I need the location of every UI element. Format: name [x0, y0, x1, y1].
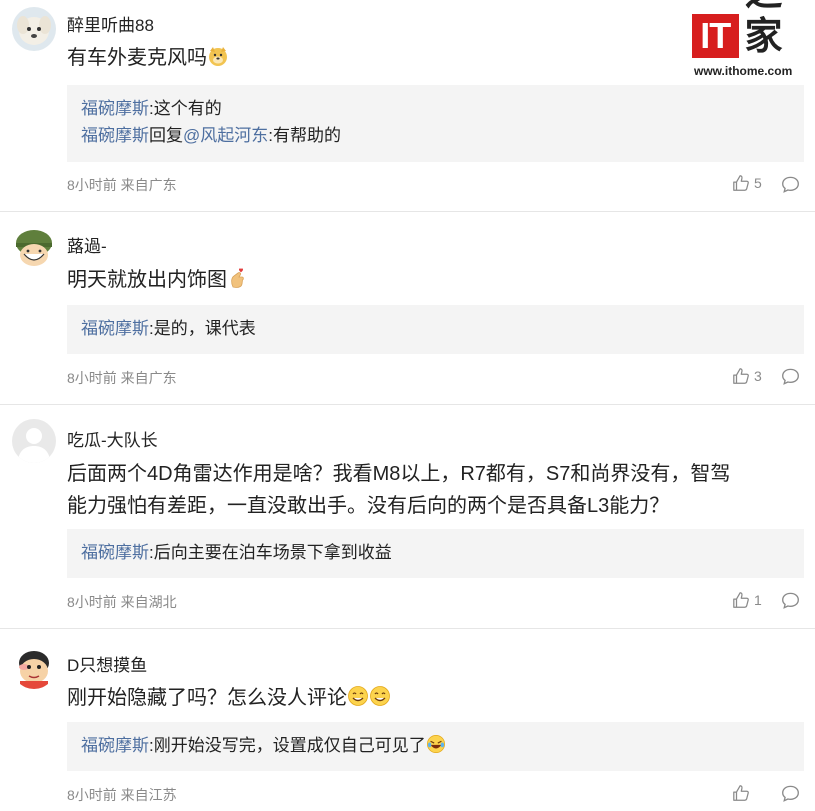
reply-line: 福碗摩斯:后向主要在泊车场景下拿到收益: [81, 539, 790, 566]
comment-text-line: 能力强怕有差距，一直没敢出手。没有后向的两个是否具备L3能力？: [67, 495, 670, 517]
finger-heart-emoji: [231, 268, 244, 288]
reply-box: 福碗摩斯:后向主要在泊车场景下拿到收益: [67, 529, 804, 578]
comment-divider: [0, 404, 815, 405]
comment-page: { "watermark": {"logo_text": "IT之家", "it…: [0, 0, 815, 811]
reply-text: :这个有的: [149, 99, 222, 118]
smile-emoji: [348, 686, 368, 706]
like-count: 3: [754, 368, 762, 384]
comment-divider: [0, 211, 815, 212]
comment-meta: 8小时前 来自湖北: [67, 594, 177, 610]
like-button[interactable]: 5: [732, 174, 762, 192]
smile-emoji: [370, 686, 390, 706]
reply-line: 福碗摩斯:是的，课代表: [81, 315, 790, 342]
username[interactable]: 吃瓜-大队长: [67, 426, 158, 451]
thumbs-up-icon: [733, 175, 749, 191]
reply-box: 福碗摩斯:这个有的 福碗摩斯回复@风起河东:有帮助的: [67, 85, 804, 162]
reply-text: :后向主要在泊车场景下拿到收益: [149, 543, 392, 562]
reply-box: 福碗摩斯:刚开始没写完，设置成仅自己可见了: [67, 722, 804, 771]
like-button[interactable]: 3: [732, 367, 762, 385]
avatar[interactable]: [12, 645, 56, 689]
thumbs-up-icon: [733, 785, 749, 801]
thumbs-up-icon: [733, 368, 749, 384]
username[interactable]: 醉里听曲88: [67, 11, 154, 36]
reply-username[interactable]: 福碗摩斯: [81, 99, 149, 118]
reply-text: :刚开始没写完，设置成仅自己可见了: [149, 736, 426, 755]
reply-bubble-icon[interactable]: [781, 784, 800, 803]
reply-bubble-icon[interactable]: [781, 175, 800, 194]
reply-keyword: 回复: [149, 126, 183, 145]
comment-text: 有车外麦克风吗: [67, 42, 802, 74]
comment-text-content: 刚开始隐藏了吗？怎么没人评论: [67, 687, 347, 709]
reply-line: 福碗摩斯:刚开始没写完，设置成仅自己可见了: [81, 732, 790, 759]
reply-box: 福碗摩斯:是的，课代表: [67, 305, 804, 354]
like-button[interactable]: 1: [732, 591, 762, 609]
comment-text-line: 后面两个4D角雷达作用是啥？我看M8以上，R7都有，S7和尚界没有，智驾: [67, 463, 731, 485]
doge-emoji: [209, 47, 227, 66]
reply-mention[interactable]: @风起河东: [183, 126, 268, 145]
reply-text: :是的，课代表: [149, 319, 256, 338]
username[interactable]: D只想摸鱼: [67, 651, 147, 676]
like-count: 5: [754, 175, 762, 191]
username[interactable]: 蕗過-: [67, 232, 107, 257]
reply-line: 福碗摩斯回复@风起河东:有帮助的: [81, 122, 790, 149]
thumbs-up-icon: [733, 592, 749, 608]
comment-text: 后面两个4D角雷达作用是啥？我看M8以上，R7都有，S7和尚界没有，智驾 能力强…: [67, 458, 802, 522]
like-button[interactable]: [732, 784, 754, 802]
avatar[interactable]: [12, 419, 56, 463]
comment-meta: 8小时前 来自广东: [67, 177, 177, 193]
comment-text: 刚开始隐藏了吗？怎么没人评论: [67, 682, 802, 714]
reply-bubble-icon[interactable]: [781, 591, 800, 610]
comment-text-content: 有车外麦克风吗: [67, 47, 207, 69]
reply-line: 福碗摩斯:这个有的: [81, 95, 790, 122]
laugh-cry-emoji: [426, 735, 445, 753]
avatar[interactable]: [12, 7, 56, 51]
avatar[interactable]: [12, 226, 56, 270]
reply-username[interactable]: 福碗摩斯: [81, 736, 149, 755]
comment-text: 明天就放出内饰图: [67, 264, 802, 296]
reply-username[interactable]: 福碗摩斯: [81, 126, 149, 145]
comment-text-content: 明天就放出内饰图: [67, 269, 227, 291]
reply-text: :有帮助的: [268, 126, 341, 145]
reply-bubble-icon[interactable]: [781, 367, 800, 386]
comment-divider: [0, 628, 815, 629]
comment-meta: 8小时前 来自江苏: [67, 787, 177, 803]
like-count: 1: [754, 592, 762, 608]
reply-username[interactable]: 福碗摩斯: [81, 319, 149, 338]
reply-username[interactable]: 福碗摩斯: [81, 543, 149, 562]
comment-meta: 8小时前 来自广东: [67, 370, 177, 386]
